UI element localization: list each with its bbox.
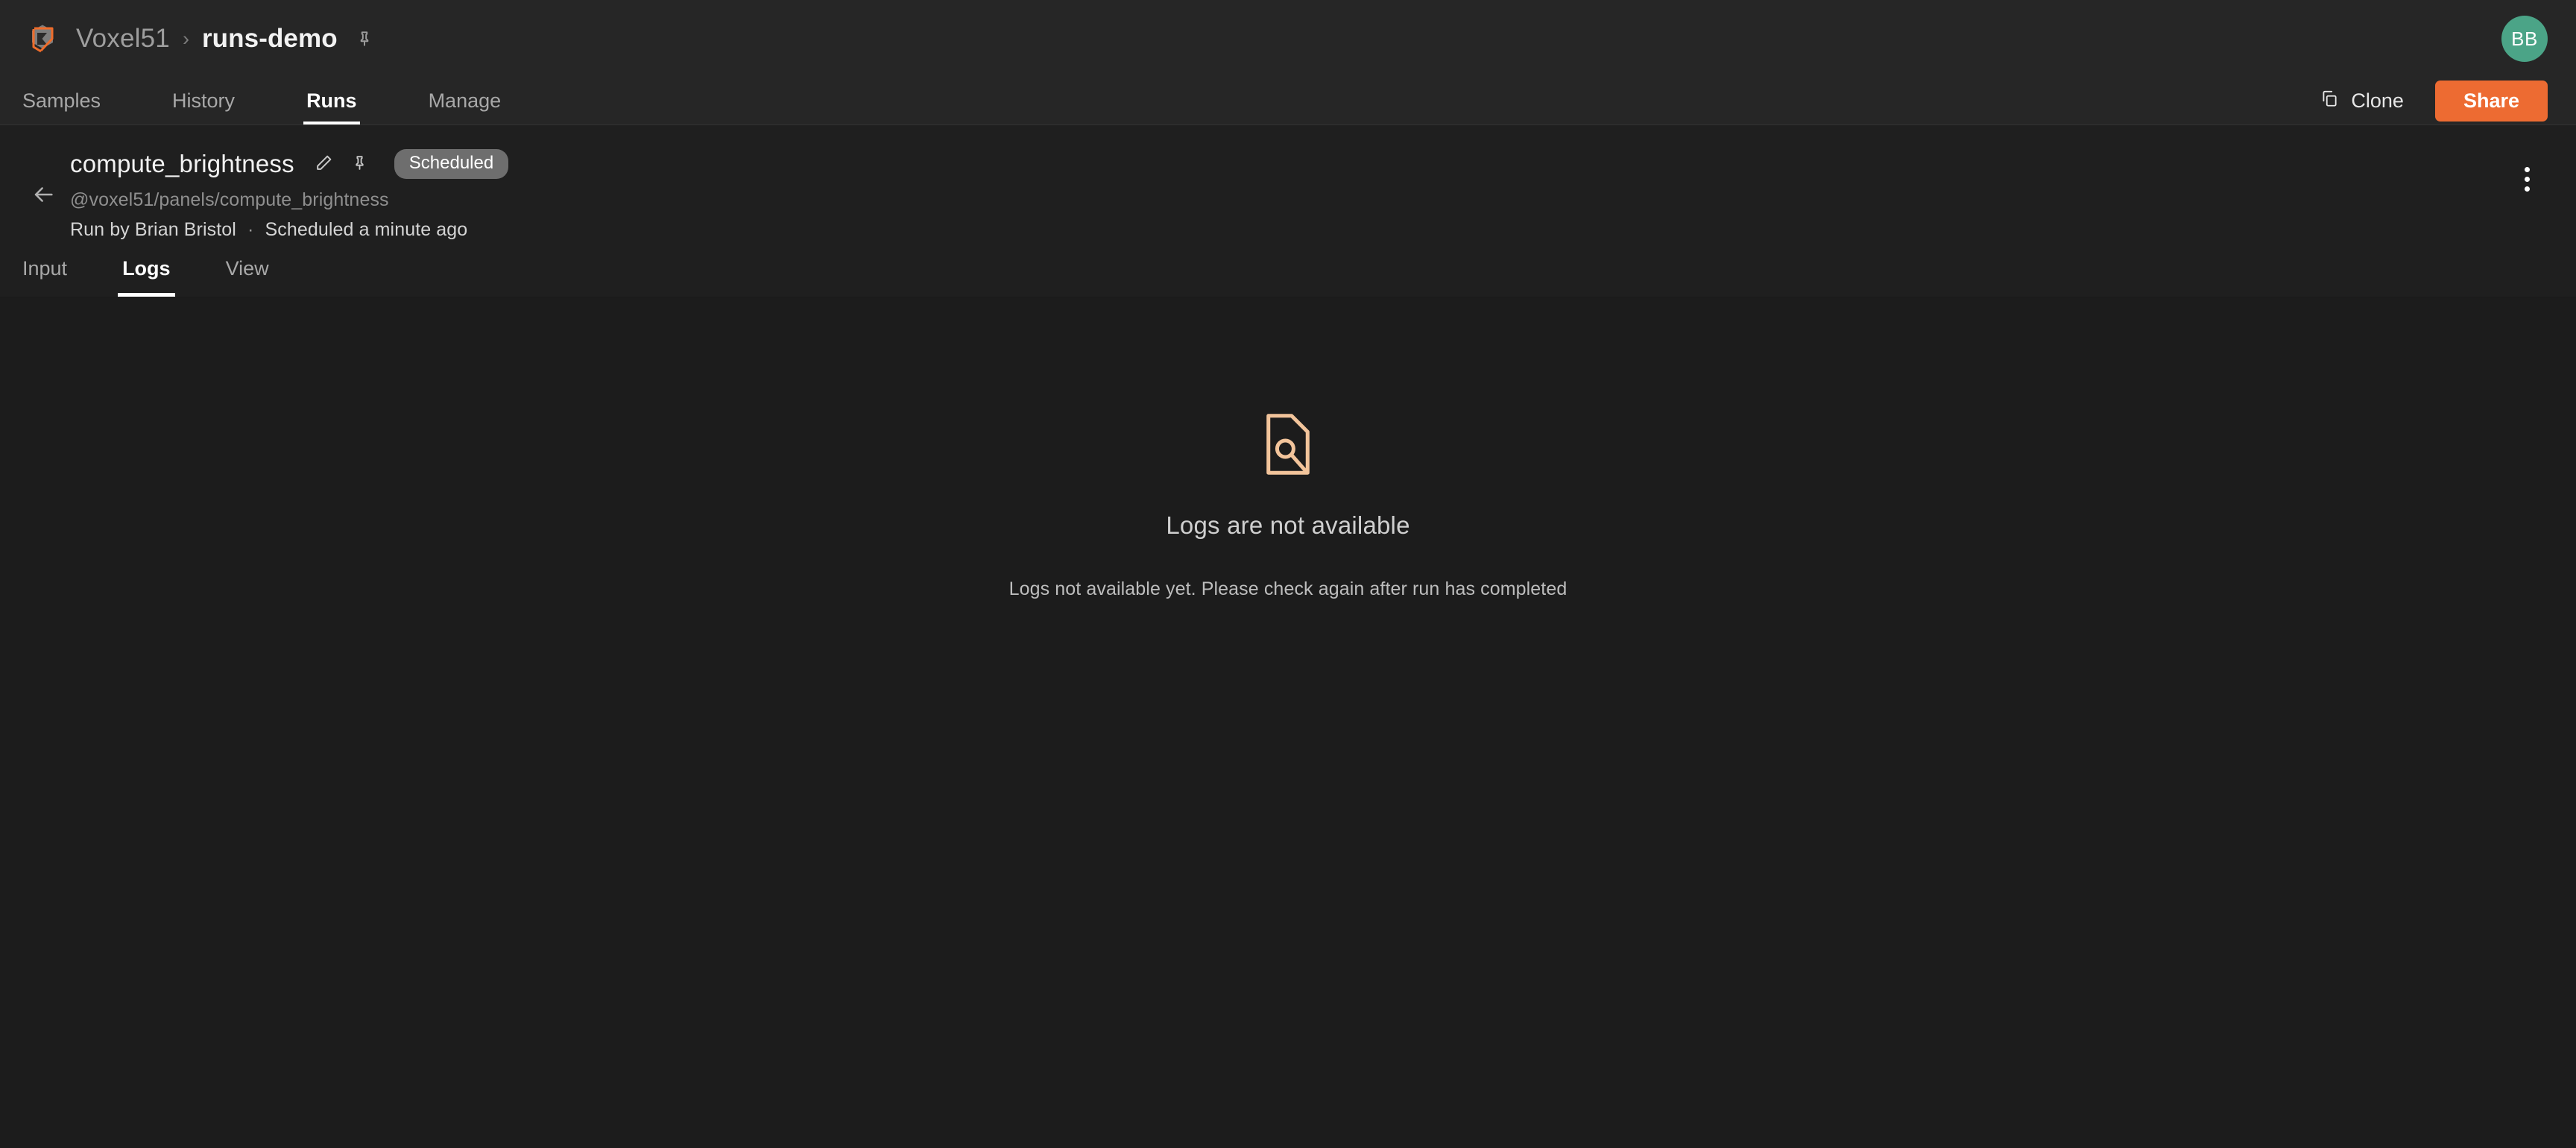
tab-manage[interactable]: Manage <box>412 78 518 124</box>
pencil-icon <box>315 154 333 174</box>
pin-run-button[interactable] <box>342 146 378 182</box>
subtab-input-label: Input <box>22 257 68 280</box>
tab-manage-label: Manage <box>428 89 502 112</box>
subtab-view[interactable]: View <box>209 241 285 297</box>
run-header: compute_brightness Scheduled @voxel51/pa… <box>0 125 2576 241</box>
breadcrumb: Voxel51 › runs-demo <box>76 24 374 54</box>
copy-icon <box>2320 89 2339 113</box>
tab-history-label: History <box>172 89 236 112</box>
nav-actions: Clone Share <box>2309 78 2548 124</box>
logs-panel: Logs are not available Logs not availabl… <box>0 297 2576 1123</box>
run-meta: compute_brightness Scheduled @voxel51/pa… <box>70 146 509 241</box>
run-subtabs: Input Logs View <box>0 241 2576 297</box>
tab-samples-label: Samples <box>22 89 101 112</box>
kebab-dot <box>2524 186 2530 192</box>
kebab-dot <box>2524 176 2530 182</box>
breadcrumb-current[interactable]: runs-demo <box>202 24 338 54</box>
voxel51-logo[interactable] <box>22 19 63 59</box>
run-meta-separator: · <box>247 219 254 240</box>
back-button[interactable] <box>22 174 64 216</box>
tab-samples[interactable]: Samples <box>6 78 117 124</box>
run-author: Run by Brian Bristol <box>70 219 236 240</box>
top-bar: Voxel51 › runs-demo BB <box>0 0 2576 78</box>
tab-runs[interactable]: Runs <box>290 78 373 124</box>
run-title-row: compute_brightness Scheduled <box>70 146 509 182</box>
subtab-view-label: View <box>225 257 269 280</box>
breadcrumb-org[interactable]: Voxel51 <box>76 24 170 54</box>
tab-runs-label: Runs <box>306 89 357 112</box>
empty-state-description: Logs not available yet. Please check aga… <box>1008 578 1568 599</box>
subtab-input[interactable]: Input <box>6 241 83 297</box>
arrow-left-icon <box>31 182 56 209</box>
clone-button[interactable]: Clone <box>2309 83 2414 119</box>
nav-tabs: Samples History Runs Manage <box>0 78 556 124</box>
empty-state-title: Logs are not available <box>1166 511 1410 539</box>
clone-button-label: Clone <box>2351 89 2404 112</box>
edit-run-name-button[interactable] <box>306 146 342 182</box>
subtab-logs[interactable]: Logs <box>106 241 187 297</box>
kebab-dot <box>2524 166 2530 172</box>
run-uri: @voxel51/panels/compute_brightness <box>70 189 389 210</box>
avatar[interactable]: BB <box>2501 16 2548 62</box>
kebab-menu-icon[interactable] <box>2506 158 2548 200</box>
secondary-nav: Samples History Runs Manage Clone Share <box>0 78 2576 125</box>
document-search-icon <box>1260 412 1316 480</box>
status-badge: Scheduled <box>394 149 509 179</box>
tab-history[interactable]: History <box>156 78 251 124</box>
run-scheduled-time: Scheduled a minute ago <box>265 219 468 240</box>
subtab-logs-label: Logs <box>122 257 171 280</box>
pin-icon[interactable] <box>355 29 374 48</box>
breadcrumb-separator: › <box>182 27 189 50</box>
pin-icon <box>350 154 369 174</box>
share-button[interactable]: Share <box>2434 81 2548 122</box>
run-submeta: Run by Brian Bristol · Scheduled a minut… <box>70 219 508 241</box>
run-title: compute_brightness <box>70 150 294 177</box>
avatar-initials: BB <box>2511 27 2538 50</box>
